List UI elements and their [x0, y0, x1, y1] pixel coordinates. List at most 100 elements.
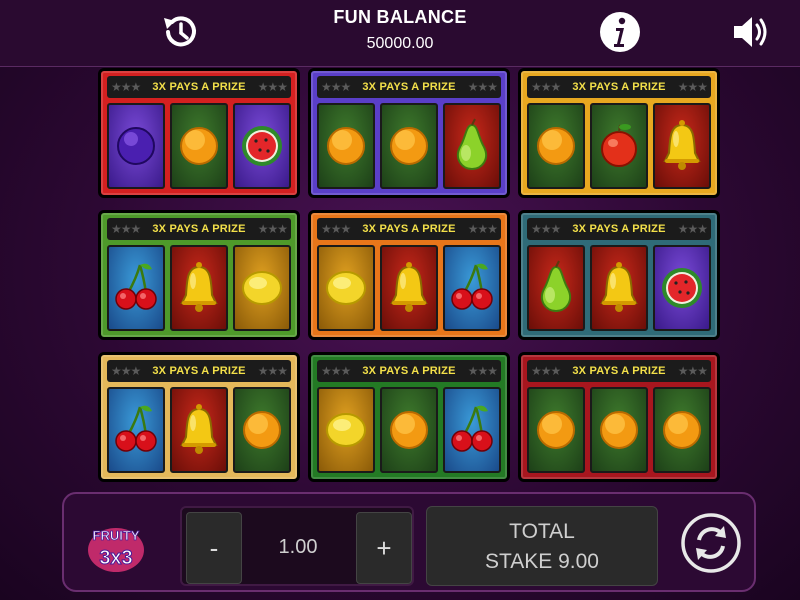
symbol-cell[interactable] [590, 387, 648, 473]
stars-right-icon: ★★★ [257, 364, 288, 378]
stars-left-icon: ★★★ [321, 222, 351, 236]
symbol-cell[interactable] [317, 103, 375, 189]
symbol-cell[interactable] [527, 387, 585, 473]
prize-rule-text: 3X PAYS A PRIZE [152, 365, 246, 377]
cherry-icon [451, 405, 493, 452]
scratch-card[interactable]: ★★★ 3X PAYS A PRIZE ★★★ [98, 68, 300, 198]
pear-icon [540, 260, 572, 313]
balance-title: FUN BALANCE [333, 7, 467, 27]
card-header: ★★★ 3X PAYS A PRIZE ★★★ [527, 360, 711, 382]
symbol-row [527, 245, 711, 331]
scratch-card[interactable]: ★★★ 3X PAYS A PRIZE ★★★ [518, 68, 720, 198]
scratch-card[interactable]: ★★★ 3X PAYS A PRIZE ★★★ [308, 352, 510, 482]
scratch-card[interactable]: ★★★ 3X PAYS A PRIZE ★★★ [98, 352, 300, 482]
symbol-cell[interactable] [590, 245, 648, 331]
scratch-card-grid: ★★★ 3X PAYS A PRIZE ★★★ ★★★ 3X PAYS A PRIZE ★… [98, 68, 722, 490]
card-header: ★★★ 3X PAYS A PRIZE ★★★ [317, 360, 501, 382]
symbol-cell[interactable] [653, 387, 711, 473]
top-bar: FUN BALANCE 50000.00 [0, 0, 800, 67]
watermelon-icon [242, 126, 282, 166]
symbol-row [107, 387, 291, 473]
stars-left-icon: ★★★ [531, 364, 561, 378]
symbol-cell[interactable] [443, 245, 501, 331]
svg-text:3x3: 3x3 [99, 547, 132, 569]
bell-icon [663, 120, 701, 170]
orange-icon [180, 127, 218, 165]
symbol-cell[interactable] [443, 103, 501, 189]
increase-stake-button[interactable]: + [356, 512, 412, 584]
symbol-cell[interactable] [107, 245, 165, 331]
symbol-row [317, 387, 501, 473]
watermelon-icon [662, 268, 702, 308]
symbol-row [317, 245, 501, 331]
stars-left-icon: ★★★ [531, 80, 561, 94]
symbol-row [317, 103, 501, 189]
lemon-icon [242, 271, 282, 305]
card-header: ★★★ 3X PAYS A PRIZE ★★★ [317, 218, 501, 240]
symbol-cell[interactable] [443, 387, 501, 473]
info-icon[interactable] [598, 10, 642, 54]
symbol-cell[interactable] [170, 103, 228, 189]
symbol-cell[interactable] [107, 387, 165, 473]
card-header: ★★★ 3X PAYS A PRIZE ★★★ [527, 218, 711, 240]
total-stake-value: STAKE 9.00 [484, 550, 599, 573]
stars-left-icon: ★★★ [321, 80, 351, 94]
refresh-icon[interactable] [680, 512, 742, 574]
stars-right-icon: ★★★ [257, 222, 288, 236]
symbol-cell[interactable] [170, 387, 228, 473]
symbol-cell[interactable] [233, 103, 291, 189]
stars-right-icon: ★★★ [677, 80, 708, 94]
symbol-cell[interactable] [590, 103, 648, 189]
symbol-cell[interactable] [527, 245, 585, 331]
stars-right-icon: ★★★ [467, 222, 498, 236]
symbol-row [107, 103, 291, 189]
stars-right-icon: ★★★ [677, 222, 708, 236]
scratch-card[interactable]: ★★★ 3X PAYS A PRIZE ★★★ [518, 352, 720, 482]
lemon-icon [326, 271, 366, 305]
stars-left-icon: ★★★ [321, 364, 351, 378]
total-stake-panel: TOTAL STAKE 9.00 [426, 506, 658, 586]
symbol-cell[interactable] [107, 103, 165, 189]
prize-rule-text: 3X PAYS A PRIZE [362, 223, 456, 235]
orange-icon [537, 411, 575, 449]
cherry-icon [451, 263, 493, 310]
symbol-cell[interactable] [317, 245, 375, 331]
symbol-cell[interactable] [380, 103, 438, 189]
prize-rule-text: 3X PAYS A PRIZE [152, 223, 246, 235]
orange-icon [390, 411, 428, 449]
orange-icon [390, 127, 428, 165]
pear-icon [456, 118, 488, 171]
svg-text:FRUITY: FRUITY [93, 528, 140, 543]
prize-rule-text: 3X PAYS A PRIZE [572, 223, 666, 235]
symbol-cell[interactable] [653, 245, 711, 331]
symbol-cell[interactable] [527, 103, 585, 189]
symbol-cell[interactable] [170, 245, 228, 331]
stars-left-icon: ★★★ [111, 222, 141, 236]
prize-rule-text: 3X PAYS A PRIZE [152, 81, 246, 93]
card-header: ★★★ 3X PAYS A PRIZE ★★★ [107, 360, 291, 382]
scratch-card[interactable]: ★★★ 3X PAYS A PRIZE ★★★ [98, 210, 300, 340]
symbol-cell[interactable] [233, 245, 291, 331]
stars-left-icon: ★★★ [531, 222, 561, 236]
symbol-cell[interactable] [653, 103, 711, 189]
stars-right-icon: ★★★ [467, 80, 498, 94]
bell-icon [390, 262, 428, 312]
symbol-cell[interactable] [380, 245, 438, 331]
symbol-cell[interactable] [380, 387, 438, 473]
scratch-card[interactable]: ★★★ 3X PAYS A PRIZE ★★★ [308, 210, 510, 340]
symbol-cell[interactable] [233, 387, 291, 473]
speaker-icon[interactable] [730, 10, 774, 54]
prize-rule-text: 3X PAYS A PRIZE [362, 81, 456, 93]
symbol-cell[interactable] [317, 387, 375, 473]
bell-icon [180, 404, 218, 454]
decrease-stake-button[interactable]: - [186, 512, 242, 584]
fruity-3x3-logo: FRUITY 3x3 [88, 528, 144, 572]
orange-icon [600, 411, 638, 449]
orange-icon [663, 411, 701, 449]
stars-left-icon: ★★★ [111, 80, 141, 94]
stake-selector: - 1.00 + [180, 506, 414, 586]
card-header: ★★★ 3X PAYS A PRIZE ★★★ [107, 218, 291, 240]
scratch-card[interactable]: ★★★ 3X PAYS A PRIZE ★★★ [308, 68, 510, 198]
card-header: ★★★ 3X PAYS A PRIZE ★★★ [527, 76, 711, 98]
scratch-card[interactable]: ★★★ 3X PAYS A PRIZE ★★★ [518, 210, 720, 340]
